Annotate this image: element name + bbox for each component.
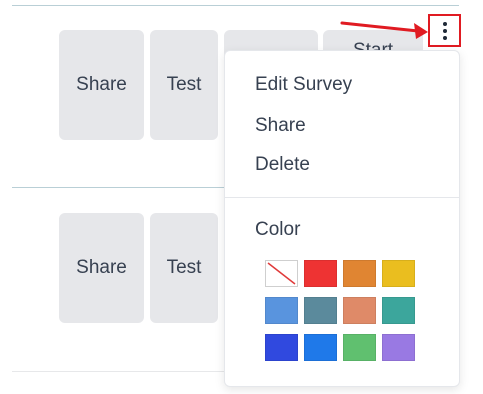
- green-swatch[interactable]: [343, 334, 376, 361]
- menu-item-edit-survey[interactable]: Edit Survey: [255, 74, 352, 96]
- yellow-swatch[interactable]: [382, 260, 415, 287]
- slate-blue-swatch[interactable]: [304, 297, 337, 324]
- bright-blue-swatch[interactable]: [304, 334, 337, 361]
- menu-item-share[interactable]: Share: [255, 115, 306, 137]
- row-divider-bottom: [12, 371, 224, 372]
- options-dropdown: Edit Survey Share Delete Color: [224, 50, 460, 387]
- red-swatch[interactable]: [304, 260, 337, 287]
- share-button[interactable]: Share: [59, 213, 144, 323]
- red-arrow-icon: [340, 21, 428, 39]
- test-button[interactable]: Test: [150, 213, 218, 323]
- kebab-menu-button[interactable]: [428, 14, 461, 47]
- purple-swatch[interactable]: [382, 334, 415, 361]
- blue-swatch[interactable]: [265, 334, 298, 361]
- teal-swatch[interactable]: [382, 297, 415, 324]
- color-swatch-grid: [265, 260, 415, 361]
- salmon-swatch[interactable]: [343, 297, 376, 324]
- kebab-vertical-icon: [442, 21, 447, 40]
- orange-swatch[interactable]: [343, 260, 376, 287]
- row-divider-top: [12, 5, 459, 6]
- menu-item-delete[interactable]: Delete: [255, 154, 310, 176]
- test-button[interactable]: Test: [150, 30, 218, 140]
- row-divider-middle: [12, 187, 224, 188]
- share-button[interactable]: Share: [59, 30, 144, 140]
- light-blue-swatch[interactable]: [265, 297, 298, 324]
- color-heading: Color: [255, 219, 301, 240]
- no-color-swatch[interactable]: [265, 260, 298, 287]
- menu-divider: [225, 197, 459, 198]
